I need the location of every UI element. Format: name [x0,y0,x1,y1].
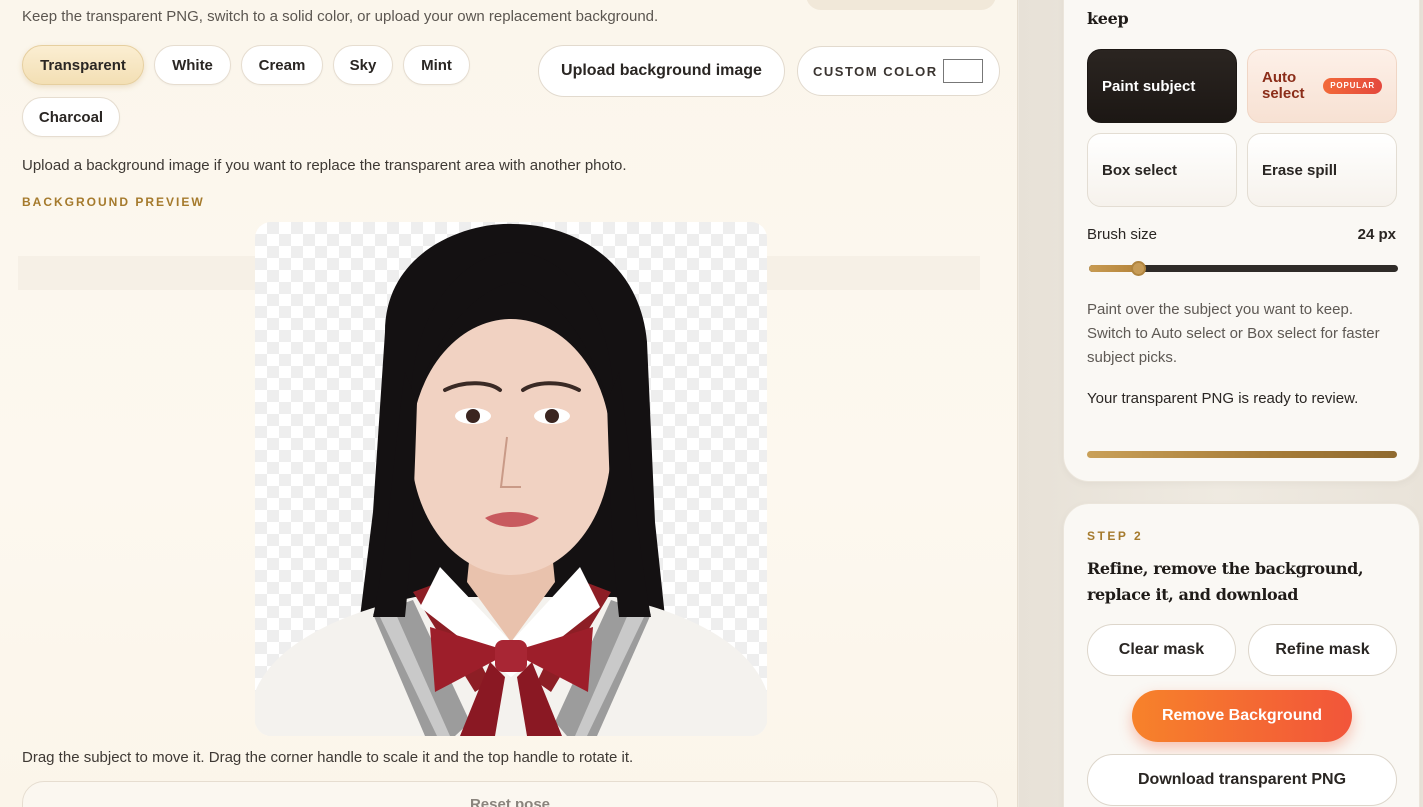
background-preview-label: BACKGROUND PREVIEW [22,195,205,209]
bg-option-sky[interactable]: Sky [333,45,393,85]
custom-color-swatch[interactable] [943,59,983,83]
upload-background-button[interactable]: Upload background image [538,45,785,97]
bg-option-transparent[interactable]: Transparent [22,45,144,85]
status-text: Your transparent PNG is ready to review. [1087,390,1359,407]
tool-erase-spill-label: Erase spill [1262,161,1338,179]
step1-title-partial: keep [1087,9,1129,28]
custom-color-label: CUSTOM COLOR [813,63,938,79]
subject-cutout-image[interactable] [255,222,767,736]
popular-badge: POPULAR [1323,78,1382,94]
drag-hint-text: Drag the subject to move it. Drag the co… [22,749,634,766]
bg-option-mint[interactable]: Mint [403,45,470,85]
brush-size-value: 24 px [1357,226,1396,243]
bg-option-charcoal[interactable]: Charcoal [22,97,120,137]
tool-auto-select[interactable]: Auto select POPULAR [1247,49,1397,123]
tool-paint-subject[interactable]: Paint subject [1087,49,1237,123]
tool-box-select[interactable]: Box select [1087,133,1237,207]
step2-label: STEP 2 [1087,529,1144,543]
bg-option-white[interactable]: White [154,45,231,85]
tool-erase-spill[interactable]: Erase spill [1247,133,1397,207]
remove-background-button[interactable]: Remove Background [1132,690,1352,742]
bg-option-cream[interactable]: Cream [241,45,323,85]
step2-title: Refine, remove the background, replace i… [1087,559,1364,604]
download-png-button[interactable]: Download transparent PNG [1087,754,1397,806]
tool-paint-subject-label: Paint subject [1102,77,1196,95]
background-preview-canvas[interactable] [255,222,767,736]
clear-mask-button[interactable]: Clear mask [1087,624,1236,676]
refine-mask-button[interactable]: Refine mask [1248,624,1397,676]
background-intro-text: Keep the transparent PNG, switch to a so… [22,8,659,25]
upload-hint-text: Upload a background image if you want to… [22,157,627,174]
reset-pose-button[interactable]: Reset pose [22,781,998,807]
background-panel: Keep the transparent PNG, switch to a so… [0,0,1018,807]
brush-size-label: Brush size [1087,226,1158,243]
progress-bar [1087,451,1397,458]
reset-pose-label: Reset pose [469,796,551,807]
tool-box-select-label: Box select [1102,161,1178,179]
brush-size-slider[interactable] [1089,261,1398,276]
tool-auto-select-label: Auto select [1262,69,1305,102]
custom-color-picker[interactable]: CUSTOM COLOR [797,46,1000,96]
top-button-partial[interactable] [806,0,996,10]
brush-help-text: Paint over the subject you want to keep.… [1087,301,1380,366]
